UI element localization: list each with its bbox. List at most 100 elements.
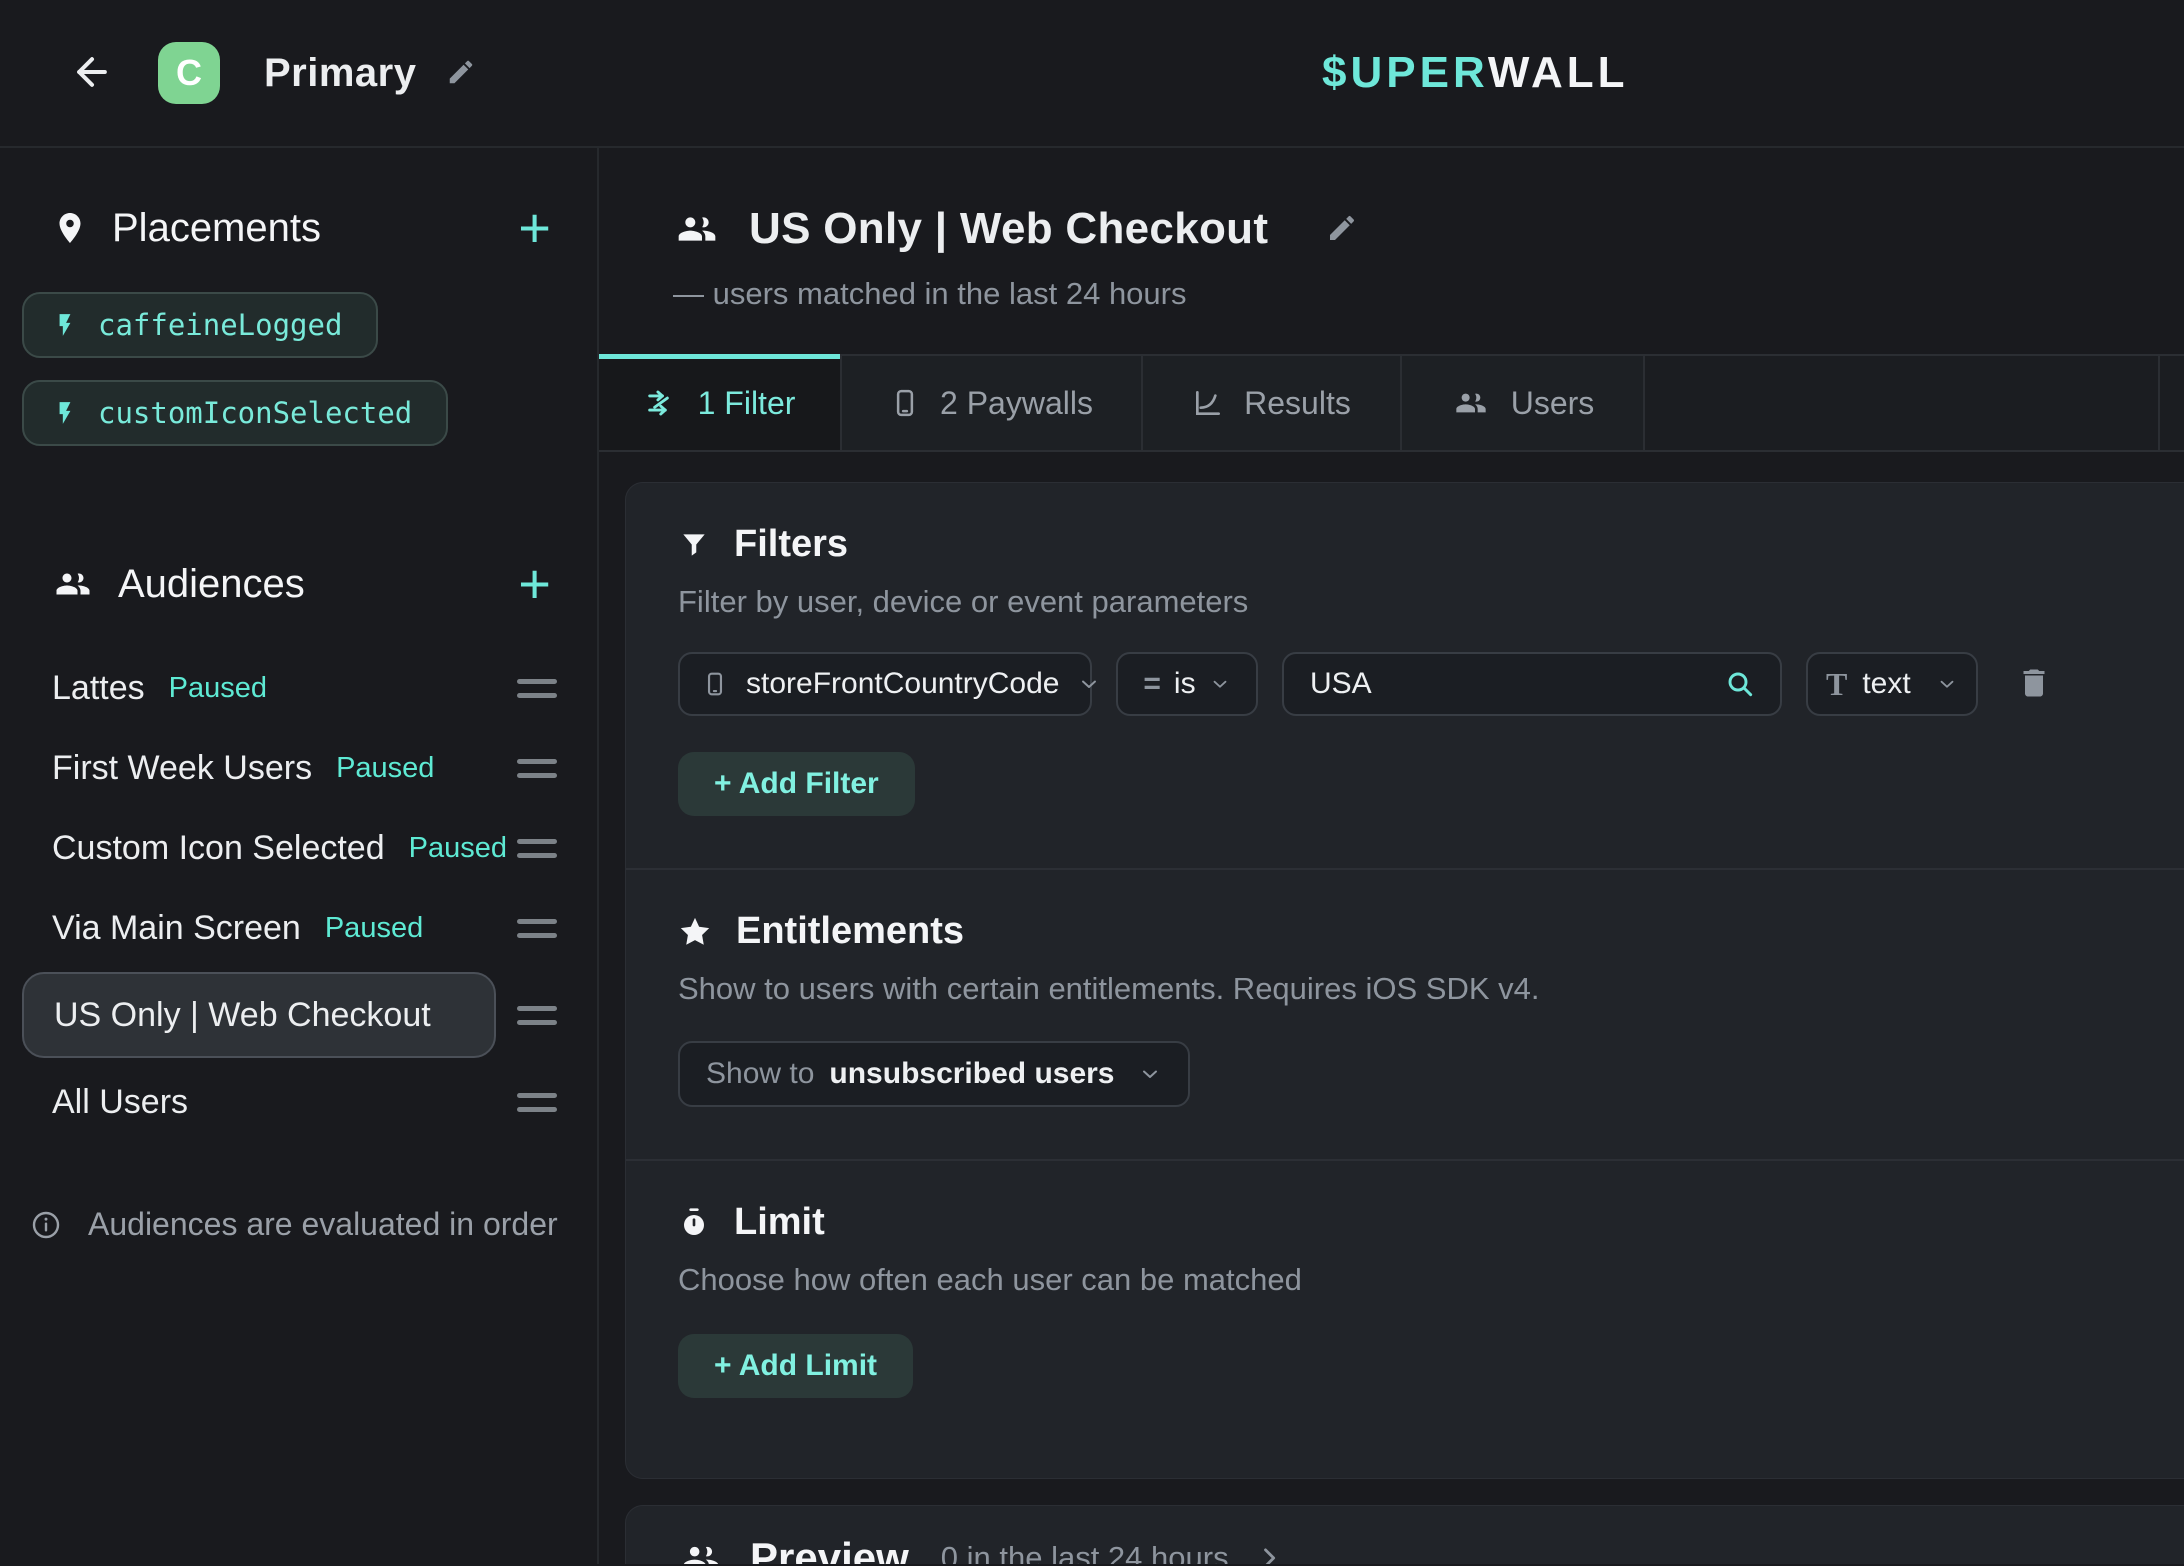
- tab-filter[interactable]: 1 Filter: [599, 356, 842, 450]
- paused-badge: Paused: [169, 672, 267, 705]
- stopwatch-icon: [678, 1206, 710, 1240]
- drag-handle[interactable]: [517, 1006, 557, 1025]
- show-to-label: Show to: [706, 1057, 814, 1091]
- filter-field-dropdown[interactable]: storeFrontCountryCode: [678, 652, 1092, 716]
- people-icon: [678, 1539, 724, 1564]
- audiences-order-note: Audiences are evaluated in order: [30, 1206, 567, 1243]
- bolt-icon: [52, 310, 78, 340]
- footnote-text: Audiences are evaluated in order: [88, 1206, 558, 1243]
- equals-icon: =: [1143, 667, 1161, 701]
- delete-filter-button[interactable]: [2012, 661, 2056, 708]
- paused-badge: Paused: [409, 832, 507, 865]
- drag-handle[interactable]: [517, 1093, 557, 1112]
- preview-header[interactable]: Preview 0 in the last 24 hours: [678, 1534, 2184, 1564]
- logo-white-part: WALL: [1488, 48, 1629, 97]
- show-to-dropdown[interactable]: Show to unsubscribed users: [678, 1041, 1190, 1107]
- audience-row-custom-icon-selected[interactable]: Custom Icon Selected Paused: [0, 808, 597, 888]
- filter-row: storeFrontCountryCode = is: [678, 652, 2184, 716]
- audience-label: Lattes: [52, 669, 145, 708]
- placement-chip-label: caffeineLogged: [98, 308, 342, 342]
- preview-card: Preview 0 in the last 24 hours: [625, 1505, 2184, 1564]
- audience-row-all-users[interactable]: All Users: [0, 1062, 597, 1142]
- chevron-down-icon: [1209, 673, 1231, 695]
- audience-label: Custom Icon Selected: [52, 829, 385, 868]
- audience-row-via-main-screen[interactable]: Via Main Screen Paused: [0, 888, 597, 968]
- audience-row-lattes[interactable]: Lattes Paused: [0, 648, 597, 728]
- phone-icon: [890, 386, 920, 420]
- placements-title: Placements: [112, 206, 321, 251]
- project-title: Primary: [264, 51, 416, 96]
- project-avatar[interactable]: C: [158, 42, 220, 104]
- drag-handle[interactable]: [517, 839, 557, 858]
- filters-subtitle: Filter by user, device or event paramete…: [678, 584, 2184, 620]
- edit-project-title-button[interactable]: [442, 53, 480, 94]
- bolt-icon: [52, 398, 78, 428]
- tab-paywalls[interactable]: 2 Paywalls: [842, 356, 1143, 450]
- limit-title: Limit: [734, 1201, 825, 1244]
- tab-label: Results: [1244, 385, 1351, 422]
- funnel-icon: [678, 529, 710, 561]
- audience-subtitle: — users matched in the last 24 hours: [673, 276, 2184, 312]
- filters-title: Filters: [734, 523, 848, 566]
- avatar-letter: C: [176, 52, 202, 94]
- edit-audience-title-button[interactable]: [1322, 208, 1362, 251]
- placement-list: caffeineLogged customIconSelected: [22, 292, 597, 446]
- filter-field-value: storeFrontCountryCode: [746, 667, 1059, 701]
- filter-operator-dropdown[interactable]: = is: [1116, 652, 1258, 716]
- tab-bar-spacer: [1645, 356, 2160, 450]
- audience-label: All Users: [52, 1083, 188, 1122]
- filter-value-input[interactable]: [1308, 666, 1724, 702]
- sidebar: Placements + caffeineLogged customIconSe…: [0, 148, 599, 1564]
- preview-title: Preview: [750, 1534, 909, 1564]
- people-icon: [52, 566, 94, 602]
- drag-handle[interactable]: [517, 919, 557, 938]
- chevron-down-icon: [1077, 672, 1101, 696]
- add-limit-button[interactable]: + Add Limit: [678, 1334, 913, 1398]
- audiences-header: Audiences +: [52, 556, 557, 612]
- info-icon: [30, 1209, 62, 1241]
- people-icon: [673, 209, 721, 249]
- tab-results[interactable]: Results: [1143, 356, 1402, 450]
- people-icon: [1451, 387, 1491, 419]
- app-window: C Primary $UPERWALL Placements +: [0, 0, 2184, 1566]
- audience-title: US Only | Web Checkout: [749, 204, 1268, 254]
- map-pin-icon: [52, 210, 88, 246]
- paused-badge: Paused: [336, 752, 434, 785]
- show-to-value: unsubscribed users: [829, 1057, 1114, 1091]
- audience-label: First Week Users: [52, 749, 312, 788]
- filter-value-box[interactable]: [1282, 652, 1782, 716]
- drag-handle[interactable]: [517, 679, 557, 698]
- phone-icon: [702, 669, 728, 699]
- tab-users[interactable]: Users: [1402, 356, 1645, 450]
- text-type-icon: T: [1826, 666, 1847, 703]
- pencil-icon: [446, 57, 476, 87]
- filter-operator-value: is: [1174, 667, 1196, 701]
- superwall-logo: $UPERWALL: [1322, 48, 1629, 98]
- add-filter-button[interactable]: + Add Filter: [678, 752, 915, 816]
- chevron-right-icon: [1255, 1544, 1283, 1564]
- audiences-title: Audiences: [118, 562, 305, 607]
- audience-settings-card: Filters Filter by user, device or event …: [625, 482, 2184, 1479]
- audience-detail-header: US Only | Web Checkout — users matched i…: [599, 148, 2184, 312]
- drag-handle[interactable]: [517, 759, 557, 778]
- filter-type-value: text: [1862, 667, 1910, 701]
- chevron-down-icon: [1138, 1062, 1162, 1086]
- star-icon: [678, 915, 712, 949]
- tab-bar: 1 Filter 2 Paywalls Results: [599, 354, 2184, 452]
- audience-row-us-only-web-checkout-selected[interactable]: US Only | Web Checkout: [0, 968, 597, 1062]
- audience-label: Via Main Screen: [52, 909, 301, 948]
- filter-arrows-icon: [644, 386, 678, 420]
- paused-badge: Paused: [325, 912, 423, 945]
- back-button[interactable]: [62, 42, 122, 105]
- filter-type-dropdown[interactable]: T text: [1806, 652, 1978, 716]
- placement-chip-label: customIconSelected: [98, 396, 412, 430]
- audience-row-first-week-users[interactable]: First Week Users Paused: [0, 728, 597, 808]
- placement-chip-caffeineLogged[interactable]: caffeineLogged: [22, 292, 378, 358]
- add-placement-button[interactable]: +: [512, 200, 557, 256]
- audience-list: Lattes Paused First Week Users Paused Cu…: [0, 648, 597, 1142]
- placement-chip-customIconSelected[interactable]: customIconSelected: [22, 380, 448, 446]
- preview-subtitle: 0 in the last 24 hours: [941, 1540, 1229, 1564]
- filters-section: Filters Filter by user, device or event …: [626, 483, 2184, 868]
- add-audience-button[interactable]: +: [512, 556, 557, 612]
- limit-subtitle: Choose how often each user can be matche…: [678, 1262, 2184, 1298]
